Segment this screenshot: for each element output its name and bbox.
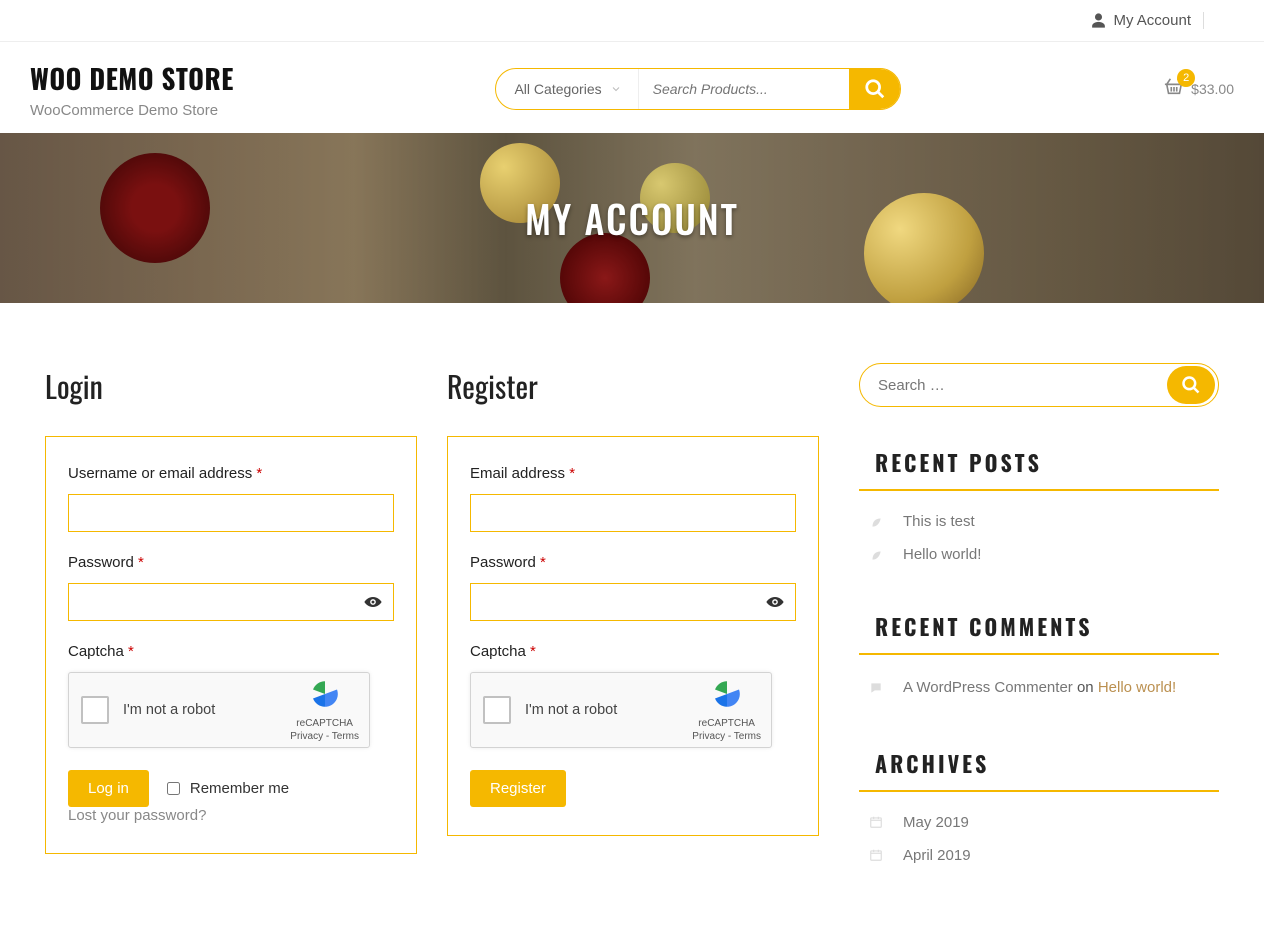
recent-comment-item: A WordPress Commenter on Hello world! [859,669,1219,708]
remember-checkbox[interactable] [167,782,180,795]
login-form: Username or email address * Password * C… [45,436,417,854]
calendar-icon [869,815,883,829]
user-icon [1090,12,1107,29]
recaptcha-logo-icon [309,678,341,710]
search-icon [1181,375,1201,395]
recaptcha-logo-icon [711,678,743,710]
category-dropdown[interactable]: All Categories [496,69,638,109]
register-heading: Register [447,363,819,408]
recaptcha-label: I'm not a robot [525,702,682,718]
login-password-input[interactable] [68,583,394,621]
comment-on-text: on [1073,679,1098,696]
register-captcha-label: Captcha * [470,643,796,660]
cart-link[interactable]: 2 $33.00 [1163,77,1234,100]
archive-link: May 2019 [903,814,969,831]
recaptcha-checkbox[interactable] [483,696,511,724]
recent-post-item[interactable]: This is test [859,505,1219,538]
remember-me[interactable]: Remember me [167,780,289,797]
recent-posts-title: RECENT POSTS [859,447,1219,491]
login-button[interactable]: Log in [68,770,149,807]
recaptcha-brand: reCAPTCHA [692,717,761,730]
recaptcha-checkbox[interactable] [81,696,109,724]
archive-link: April 2019 [903,847,971,864]
archive-item[interactable]: April 2019 [859,839,1219,872]
search-input[interactable] [639,81,849,97]
calendar-icon [869,848,883,862]
recent-post-item[interactable]: Hello world! [859,538,1219,571]
comment-icon [869,681,883,695]
register-password-label: Password * [470,554,796,571]
cart-total: $33.00 [1191,81,1234,97]
recent-comments-title: RECENT COMMENTS [859,611,1219,655]
leaf-icon [869,548,883,562]
post-link: This is test [903,513,975,530]
site-subtitle: WooCommerce Demo Store [30,102,234,119]
search-button[interactable] [849,69,901,109]
recaptcha-brand: reCAPTCHA [290,717,359,730]
post-link: Hello world! [903,546,981,563]
email-input[interactable] [470,494,796,532]
site-title: WOO DEMO STORE [30,58,234,98]
page-title: MY ACCOUNT [525,190,739,246]
sidebar-search-input[interactable] [860,377,1164,394]
remember-label: Remember me [190,780,289,797]
register-password-input[interactable] [470,583,796,621]
hero-banner: MY ACCOUNT [0,133,1264,303]
search-icon [864,78,886,100]
my-account-text: My Account [1113,12,1191,29]
site-logo[interactable]: WOO DEMO STORE WooCommerce Demo Store [30,58,234,119]
comment-post-link[interactable]: Hello world! [1098,679,1176,696]
archive-item[interactable]: May 2019 [859,806,1219,839]
sidebar-search [859,363,1219,407]
email-label: Email address * [470,465,796,482]
comment-author-link[interactable]: A WordPress Commenter [903,679,1073,696]
recaptcha-terms: Privacy - Terms [290,730,359,743]
username-label: Username or email address * [68,465,394,482]
chevron-down-icon [610,83,622,95]
lost-password-link[interactable]: Lost your password? [68,807,206,824]
product-search: All Categories [495,68,901,110]
login-captcha-label: Captcha * [68,643,394,660]
login-password-label: Password * [68,554,394,571]
register-form: Email address * Password * Captcha * I'm… [447,436,819,836]
register-button[interactable]: Register [470,770,566,807]
register-recaptcha[interactable]: I'm not a robot reCAPTCHA Privacy - Term… [470,672,772,748]
sidebar-search-button[interactable] [1167,366,1215,404]
login-recaptcha[interactable]: I'm not a robot reCAPTCHA Privacy - Term… [68,672,370,748]
archives-title: ARCHIVES [859,748,1219,792]
my-account-link[interactable]: My Account [1090,12,1204,29]
username-input[interactable] [68,494,394,532]
recaptcha-terms: Privacy - Terms [692,730,761,743]
category-label: All Categories [514,81,601,97]
login-heading: Login [45,363,417,408]
leaf-icon [869,515,883,529]
recaptcha-label: I'm not a robot [123,702,280,718]
